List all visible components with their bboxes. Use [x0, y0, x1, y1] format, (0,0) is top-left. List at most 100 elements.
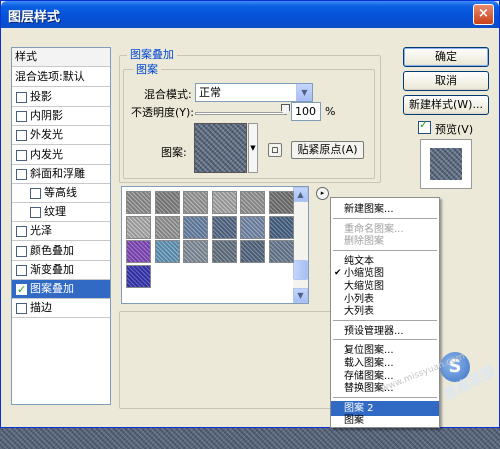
style-item-checkbox[interactable] [16, 281, 27, 299]
opacity-unit: % [325, 105, 336, 118]
pattern-preset[interactable] [268, 191, 294, 214]
style-item[interactable]: 等高线 [12, 184, 110, 203]
preview-checkbox[interactable] [418, 118, 431, 134]
pattern-preset[interactable] [154, 240, 180, 263]
snap-to-origin-button[interactable]: 贴紧原点(A) [291, 141, 364, 159]
styles-list-header[interactable]: 样式 [12, 48, 110, 67]
close-button[interactable]: × [473, 4, 494, 25]
menu-separator [333, 217, 437, 219]
style-item-checkbox[interactable] [30, 207, 41, 219]
style-item[interactable]: 斜面和浮雕 [12, 165, 110, 184]
picker-scrollbar[interactable]: ▲ ▼ [293, 187, 308, 303]
menu-separator [333, 319, 437, 321]
style-item[interactable]: 内发光 [12, 146, 110, 165]
blend-options-label: 混合选项:默认 [15, 70, 85, 83]
pattern-preset[interactable] [240, 240, 265, 263]
pattern-preset[interactable] [183, 215, 208, 239]
new-preset-button[interactable]: ▫ [268, 143, 282, 157]
style-item-checkbox[interactable] [16, 264, 27, 276]
blend-options-item[interactable]: 混合选项:默认 [12, 68, 110, 87]
style-item[interactable]: 光泽 [12, 222, 110, 242]
pattern-preset[interactable] [211, 240, 237, 263]
pattern-preset[interactable] [154, 191, 180, 214]
pattern-preset[interactable] [126, 191, 151, 214]
scroll-down-icon[interactable]: ▼ [293, 288, 308, 303]
menu-item[interactable]: 预设管理器... [331, 324, 439, 339]
preview-label: 预览(V) [435, 123, 474, 136]
pattern-preset[interactable] [268, 240, 294, 263]
style-item-label: 内发光 [30, 147, 63, 161]
style-item-label: 渐变叠加 [30, 262, 74, 276]
cancel-label: 取消 [435, 74, 457, 87]
pattern-preset[interactable] [126, 215, 151, 239]
new-preset-icon: ▫ [271, 143, 279, 156]
menu-item-label: 存储图案... [344, 370, 394, 382]
menu-item[interactable]: 新建图案... [331, 202, 439, 217]
pattern-label: 图案: [161, 146, 187, 159]
opacity-slider[interactable] [195, 112, 287, 115]
ok-button[interactable]: 确定 [403, 47, 489, 67]
ok-label: 确定 [435, 50, 457, 63]
style-item[interactable]: 外发光 [12, 126, 110, 146]
pattern-preset[interactable] [183, 191, 208, 214]
menu-item-label: 大列表 [344, 306, 374, 318]
pattern-preset[interactable] [240, 191, 265, 214]
menu-item-label: 小缩览图 [344, 268, 384, 280]
menu-item-label: 预设管理器... [344, 325, 404, 337]
menu-item[interactable]: 图案 [331, 413, 439, 428]
picker-menu-icon[interactable]: ▸ [316, 187, 329, 200]
style-item[interactable]: 渐变叠加 [12, 261, 110, 280]
scroll-thumb[interactable] [293, 260, 308, 280]
menu-item-label: 小列表 [344, 293, 374, 305]
scroll-up-icon[interactable]: ▲ [293, 187, 308, 202]
style-item-label: 描边 [30, 301, 52, 315]
style-item[interactable]: 图案叠加 [12, 280, 110, 299]
menu-separator [333, 396, 437, 398]
pattern-preset[interactable] [211, 191, 237, 214]
style-item[interactable]: 颜色叠加 [12, 242, 110, 261]
pattern-preset[interactable] [183, 240, 208, 263]
menu-item-label: 复位图案... [344, 345, 394, 357]
style-item-checkbox[interactable] [16, 168, 27, 180]
style-item-label: 颜色叠加 [30, 243, 74, 257]
menu-item[interactable]: 大列表 [331, 304, 439, 319]
pattern-preset[interactable] [126, 240, 151, 263]
pattern-dropdown-icon[interactable]: ▼ [248, 123, 258, 173]
style-item-checkbox[interactable] [16, 149, 27, 161]
picker-menu-arrow: ▸ [320, 189, 325, 197]
blend-mode-select[interactable]: 正常 ▼ [195, 83, 313, 102]
chevron-down-icon: ▼ [296, 84, 312, 101]
style-item[interactable]: 描边 [12, 299, 110, 319]
style-item[interactable]: 内阴影 [12, 107, 110, 127]
pattern-preset[interactable] [240, 215, 265, 239]
style-item-checkbox[interactable] [16, 303, 27, 315]
window-title: 图层样式 [8, 10, 61, 25]
menu-item-label: 新建图案... [344, 204, 394, 215]
menu-item-label: 图案 2 [344, 402, 374, 414]
subgroup-title: 图案 [133, 61, 161, 77]
snap-to-origin-label: 贴紧原点(A) [297, 143, 358, 156]
style-item-label: 内阴影 [30, 109, 63, 123]
style-item-checkbox[interactable] [30, 188, 41, 199]
pattern-swatch[interactable] [194, 123, 247, 173]
style-item[interactable]: 纹理 [12, 203, 110, 223]
cancel-button[interactable]: 取消 [403, 71, 489, 91]
pattern-preset[interactable] [154, 215, 180, 239]
pattern-picker: ▲ ▼ [121, 186, 309, 304]
style-item-checkbox[interactable] [16, 92, 27, 103]
pattern-preset[interactable] [126, 264, 151, 288]
style-item-checkbox[interactable] [16, 226, 27, 238]
menu-separator [333, 249, 437, 251]
title-bar: 图层样式 × [1, 1, 499, 28]
style-item-checkbox[interactable] [16, 245, 27, 257]
pattern-preset[interactable] [268, 215, 294, 239]
opacity-input[interactable]: 100 [291, 102, 321, 121]
new-style-button[interactable]: 新建样式(W)... [403, 95, 489, 115]
style-item-label: 光泽 [30, 224, 52, 238]
pattern-preset[interactable] [211, 215, 237, 239]
styles-header-label: 样式 [15, 50, 37, 63]
style-item[interactable]: 投影 [12, 88, 110, 107]
style-item-label: 纹理 [44, 205, 66, 219]
style-item-checkbox[interactable] [16, 111, 27, 123]
style-item-checkbox[interactable] [16, 130, 27, 142]
